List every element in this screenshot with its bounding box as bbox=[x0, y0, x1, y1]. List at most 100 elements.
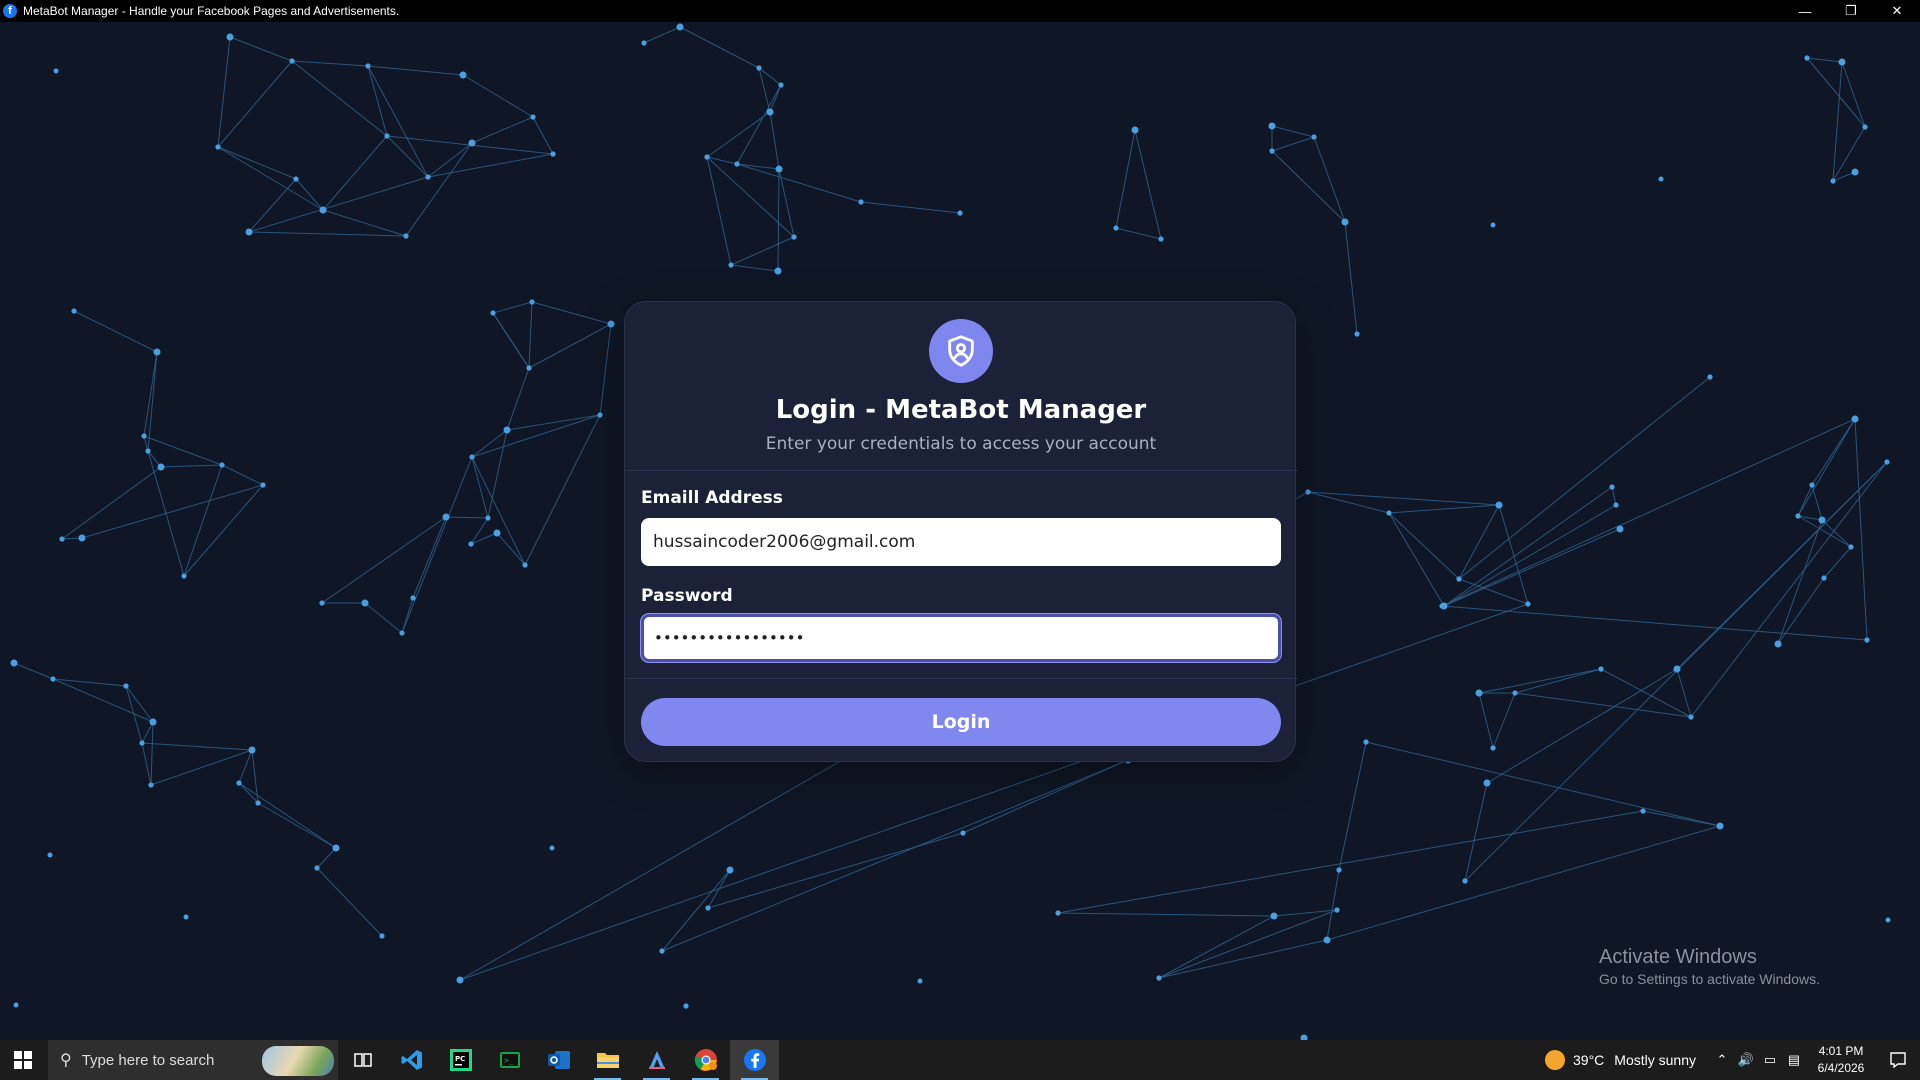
network-edge bbox=[531, 301, 612, 325]
network-edge bbox=[364, 602, 403, 634]
network-node bbox=[1716, 822, 1724, 830]
network-node bbox=[1884, 459, 1890, 465]
network-node bbox=[1795, 513, 1801, 519]
network-node bbox=[53, 68, 59, 74]
facebook-taskbar-icon[interactable] bbox=[730, 1040, 779, 1080]
network-edge bbox=[61, 466, 162, 540]
network-edge bbox=[322, 135, 388, 211]
network-node bbox=[141, 433, 147, 439]
network-node bbox=[1305, 489, 1311, 495]
close-button[interactable]: ✕ bbox=[1874, 0, 1920, 22]
notification-center-icon[interactable] bbox=[1876, 1040, 1920, 1080]
network-node bbox=[485, 515, 491, 521]
network-node bbox=[403, 233, 409, 239]
network-node bbox=[917, 978, 923, 984]
network-edge bbox=[860, 201, 961, 214]
login-button[interactable]: Login bbox=[641, 698, 1281, 746]
network-edge bbox=[1313, 136, 1346, 223]
file-explorer-icon[interactable] bbox=[583, 1040, 632, 1080]
email-field[interactable]: hussaincoder2006@gmail.com bbox=[641, 518, 1281, 566]
network-edge bbox=[528, 323, 612, 369]
network-node bbox=[728, 262, 734, 268]
network-node bbox=[490, 310, 496, 316]
minimize-button[interactable]: — bbox=[1782, 0, 1828, 22]
weather-widget[interactable]: 39°C Mostly sunny bbox=[1545, 1050, 1696, 1070]
login-title: Login - MetaBot Manager bbox=[775, 395, 1147, 425]
taskbar-search-box[interactable]: ⚲ Type here to search bbox=[48, 1040, 338, 1080]
network-node bbox=[756, 65, 762, 71]
network-node bbox=[399, 630, 405, 636]
chevron-up-icon[interactable]: ⌃ bbox=[1710, 1040, 1734, 1080]
network-node bbox=[1439, 603, 1445, 609]
network-node bbox=[705, 905, 711, 911]
network-edge bbox=[291, 60, 388, 137]
system-tray: 39°C Mostly sunny ⌃ 🔊 ▭ ▤ 4:01 PM 6/4/20… bbox=[1545, 1040, 1920, 1080]
terminal-icon[interactable]: >_ bbox=[485, 1040, 534, 1080]
network-edge bbox=[412, 516, 447, 599]
network-node bbox=[248, 746, 256, 754]
network-node bbox=[1341, 218, 1349, 226]
network-edge bbox=[1057, 810, 1644, 914]
network-node bbox=[1475, 689, 1483, 697]
network-edge bbox=[386, 135, 429, 178]
footer-divider bbox=[625, 678, 1297, 679]
network-edge bbox=[1464, 782, 1488, 882]
network-edge bbox=[141, 742, 253, 751]
pycharm-icon[interactable]: PC bbox=[436, 1040, 485, 1080]
network-edge bbox=[769, 84, 782, 113]
network-edge bbox=[238, 782, 337, 849]
network-edge bbox=[1514, 668, 1602, 694]
network-edge bbox=[1271, 136, 1315, 152]
network-node bbox=[71, 308, 77, 314]
network-edge bbox=[661, 759, 1129, 952]
network-node bbox=[1809, 482, 1815, 488]
network-edge bbox=[1777, 577, 1825, 645]
network-icon[interactable]: ▤ bbox=[1782, 1040, 1806, 1080]
network-edge bbox=[1388, 504, 1500, 514]
network-edge bbox=[643, 26, 681, 44]
battery-icon[interactable]: ▭ bbox=[1758, 1040, 1782, 1080]
network-node bbox=[245, 228, 253, 236]
taskbar-clock[interactable]: 4:01 PM 6/4/2026 bbox=[1806, 1043, 1876, 1077]
network-edge bbox=[1338, 741, 1367, 871]
facebook-icon: f bbox=[3, 4, 17, 18]
network-node bbox=[597, 412, 603, 418]
outlook-icon[interactable] bbox=[534, 1040, 583, 1080]
network-node bbox=[1818, 516, 1826, 524]
arc-icon[interactable] bbox=[632, 1040, 681, 1080]
chrome-icon[interactable] bbox=[681, 1040, 730, 1080]
network-node bbox=[1525, 601, 1531, 607]
network-edge bbox=[150, 749, 253, 786]
vscode-icon[interactable] bbox=[387, 1040, 436, 1080]
restore-button[interactable]: ❐ bbox=[1828, 0, 1874, 22]
network-edge bbox=[1443, 504, 1617, 607]
start-button[interactable] bbox=[0, 1040, 46, 1080]
password-field[interactable]: ••••••••••••••••• bbox=[641, 614, 1281, 662]
network-node bbox=[289, 58, 295, 64]
task-view-icon[interactable] bbox=[338, 1040, 387, 1080]
network-edge bbox=[769, 111, 780, 170]
window-titlebar: f MetaBot Manager - Handle your Facebook… bbox=[0, 0, 1920, 22]
network-edge bbox=[471, 456, 526, 566]
network-edge bbox=[506, 367, 530, 431]
network-node bbox=[1821, 575, 1827, 581]
network-node bbox=[858, 199, 864, 205]
network-node bbox=[1055, 910, 1061, 916]
volume-icon[interactable]: 🔊 bbox=[1734, 1040, 1758, 1080]
network-node bbox=[456, 976, 464, 984]
network-edge bbox=[1832, 61, 1843, 182]
network-edge bbox=[427, 142, 473, 178]
network-edge bbox=[141, 721, 154, 744]
network-edge bbox=[1443, 528, 1621, 607]
network-edge bbox=[462, 74, 534, 118]
network-edge bbox=[599, 323, 612, 416]
network-node bbox=[410, 595, 416, 601]
network-edge bbox=[1492, 692, 1516, 749]
network-edge bbox=[248, 176, 429, 233]
network-node bbox=[157, 463, 165, 471]
network-node bbox=[1334, 907, 1340, 913]
network-node bbox=[442, 513, 450, 521]
network-edge bbox=[1600, 668, 1692, 718]
clock-date: 6/4/2026 bbox=[1817, 1061, 1865, 1075]
network-edge bbox=[322, 209, 407, 237]
